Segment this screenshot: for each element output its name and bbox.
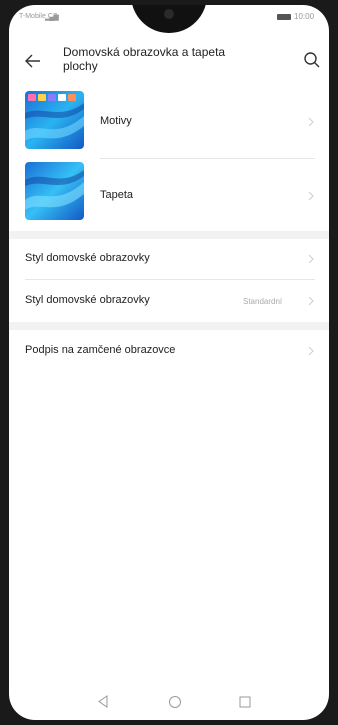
home-style-label: Styl domovské obrazovky bbox=[25, 294, 150, 306]
chevron-right-icon bbox=[308, 347, 314, 355]
chevron-right-icon bbox=[308, 297, 314, 305]
section-gap bbox=[9, 322, 329, 330]
page-title: Domovská obrazovka a tapeta plochy bbox=[63, 45, 226, 73]
wallpaper-thumbnail bbox=[25, 162, 84, 220]
themes-label: Motivy bbox=[100, 115, 132, 127]
navigation-bar bbox=[9, 685, 329, 719]
chevron-right-icon bbox=[308, 118, 314, 126]
list-item-wallpaper[interactable]: Tapeta bbox=[9, 160, 329, 232]
recents-square-icon[interactable] bbox=[239, 696, 251, 708]
clock-time: 10:00 bbox=[294, 12, 315, 21]
lockscreen-signature-label: Podpis na zamčené obrazovce bbox=[25, 344, 176, 356]
search-button[interactable] bbox=[303, 51, 323, 71]
home-circle-icon[interactable] bbox=[168, 695, 182, 709]
search-icon bbox=[304, 52, 320, 68]
signal-icon: ▂▄▆ bbox=[45, 14, 59, 21]
back-button[interactable] bbox=[23, 51, 43, 71]
arrow-left-icon bbox=[25, 54, 40, 68]
chevron-right-icon bbox=[308, 255, 314, 263]
themes-thumbnail bbox=[25, 91, 84, 149]
chevron-right-icon bbox=[308, 192, 314, 200]
status-bar: T-Mobile CZ ▂▄▆ 10:00 bbox=[9, 5, 329, 39]
wallpaper-label: Tapeta bbox=[100, 189, 134, 201]
list-item-home-style-standard[interactable]: Styl domovské obrazovky Standardní bbox=[9, 280, 329, 322]
phone-screen: T-Mobile CZ ▂▄▆ 10:00 Domovská obrazovka… bbox=[9, 5, 329, 720]
divider bbox=[100, 158, 315, 159]
list-item-home-style[interactable]: Styl domovské obrazovky bbox=[9, 239, 329, 279]
section-gap bbox=[9, 231, 329, 239]
back-triangle-icon[interactable] bbox=[97, 695, 109, 708]
list-item-themes[interactable]: Motivy bbox=[9, 85, 329, 161]
list-item-lockscreen-signature[interactable]: Podpis na zamčené obrazovce bbox=[9, 330, 329, 372]
app-header: Domovská obrazovka a tapeta plochy bbox=[9, 41, 329, 85]
home-style-label: Styl domovské obrazovky bbox=[25, 252, 150, 264]
camera-notch bbox=[131, 5, 207, 33]
battery-icon bbox=[277, 14, 291, 20]
home-style-value: Standardní bbox=[243, 297, 283, 306]
camera-icon bbox=[164, 9, 174, 19]
